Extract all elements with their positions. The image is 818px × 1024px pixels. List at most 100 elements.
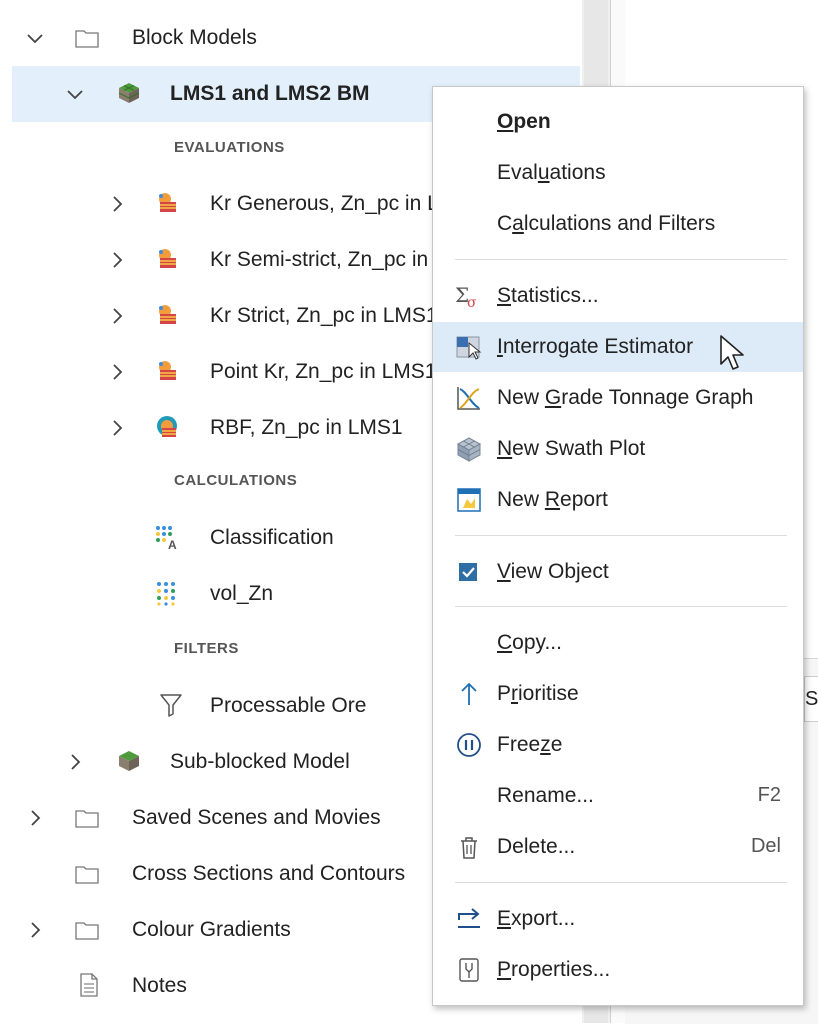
section-header-filters: FILTERS xyxy=(174,640,239,657)
chevron-right-icon[interactable] xyxy=(108,251,126,269)
mnemonic: C xyxy=(497,631,513,654)
menu-item-properties[interactable]: Properties... xyxy=(433,945,803,995)
pause-circle-icon xyxy=(457,733,481,757)
svg-text:A: A xyxy=(168,538,177,550)
label-part: Free xyxy=(497,733,541,756)
menu-label: Statistics... xyxy=(497,284,599,308)
mnemonic: a xyxy=(512,212,524,235)
mnemonic: V xyxy=(497,560,511,583)
label-part: tatistics... xyxy=(511,284,599,307)
shortcut-label: Del xyxy=(750,835,781,857)
tree-label: Sub-blocked Model xyxy=(170,750,350,773)
label-part: ioritise xyxy=(518,682,579,705)
menu-item-export[interactable]: Export... xyxy=(433,894,803,944)
block-model-icon xyxy=(119,751,139,771)
menu-item-view-object[interactable]: View Object xyxy=(433,547,803,597)
mnemonic: E xyxy=(497,907,512,930)
label-part: opy... xyxy=(512,631,562,654)
menu-item-new-report[interactable]: New Report xyxy=(433,475,803,525)
numeric-calculation-icon xyxy=(157,582,175,606)
document-icon xyxy=(80,973,98,997)
mnemonic: z xyxy=(540,733,551,756)
menu-item-delete[interactable]: Delete... Del xyxy=(433,822,803,872)
context-menu: Open Evaluations Calculations and Filter… xyxy=(432,86,804,1006)
label-part: roperties... xyxy=(511,958,611,981)
chevron-right-icon[interactable] xyxy=(108,363,126,381)
chevron-right-icon[interactable] xyxy=(26,809,44,827)
menu-item-rename[interactable]: Rename... F2 xyxy=(433,771,803,821)
menu-item-statistics[interactable]: Σσ Statistics... xyxy=(433,271,803,321)
checkbox-checked-icon[interactable] xyxy=(455,558,483,586)
menu-item-new-swath-plot[interactable]: New Swath Plot xyxy=(433,424,803,474)
arrow-up-icon xyxy=(461,682,477,705)
tree-label: Kr Strict, Zn_pc in LMS1 xyxy=(210,304,438,327)
menu-label: Interrogate Estimator xyxy=(497,335,693,359)
tree-label: RBF, Zn_pc in LMS1 xyxy=(210,416,403,439)
label-part: pen xyxy=(513,110,551,133)
mnemonic: u xyxy=(537,161,550,184)
kriging-icon xyxy=(159,361,176,380)
menu-item-freeze[interactable]: Freeze xyxy=(433,720,803,770)
kriging-icon xyxy=(159,193,176,212)
menu-item-calculations-and-filters[interactable]: Calculations and Filters xyxy=(433,199,803,249)
tree-label: LMS1 and LMS2 BM xyxy=(170,82,370,105)
menu-label: Export... xyxy=(497,907,575,931)
menu-item-evaluations[interactable]: Evaluations xyxy=(433,148,803,198)
section-header-calculations: CALCULATIONS xyxy=(174,472,298,489)
tree-label: Saved Scenes and Movies xyxy=(132,806,381,829)
export-arrow-icon xyxy=(458,908,480,928)
kriging-icon xyxy=(159,305,176,324)
shortcut-label: F2 xyxy=(757,784,781,806)
mnemonic: P xyxy=(497,958,512,981)
chevron-down-icon[interactable] xyxy=(26,29,44,47)
mnemonic: G xyxy=(544,386,562,409)
folder-icon xyxy=(75,30,99,48)
interrogate-estimator-icon xyxy=(456,336,482,360)
menu-label: Evaluations xyxy=(497,161,606,185)
label-part: New xyxy=(497,386,545,409)
menu-item-new-grade-tonnage-graph[interactable]: New Grade Tonnage Graph xyxy=(433,373,803,423)
tree-label: vol_Zn xyxy=(210,582,274,605)
chevron-right-icon[interactable] xyxy=(108,419,126,437)
label-part: ew Swath Plot xyxy=(512,437,646,460)
menu-item-copy[interactable]: Copy... xyxy=(433,618,803,668)
menu-separator xyxy=(455,606,787,607)
tree-label: Notes xyxy=(132,974,187,997)
chevron-down-icon[interactable] xyxy=(66,85,84,103)
tree-item-block-models[interactable]: Block Models xyxy=(12,10,580,66)
menu-label: Freeze xyxy=(497,733,562,757)
menu-item-prioritise[interactable]: Prioritise xyxy=(433,669,803,719)
tree-label: Block Models xyxy=(132,26,257,49)
chevron-right-icon[interactable] xyxy=(108,307,126,325)
mnemonic: R xyxy=(544,488,561,511)
menu-label: Calculations and Filters xyxy=(497,212,715,236)
chevron-right-icon[interactable] xyxy=(108,195,126,213)
label-part: xport... xyxy=(511,907,576,930)
menu-label: Open xyxy=(497,110,551,134)
label-part: nterrogate Estimator xyxy=(502,335,694,358)
chevron-right-icon[interactable] xyxy=(66,753,84,771)
label-part: P xyxy=(497,682,512,705)
block-model-icon xyxy=(118,83,140,103)
menu-label: Copy... xyxy=(497,631,562,655)
menu-separator xyxy=(455,882,787,883)
properties-tab[interactable]: S xyxy=(804,676,818,722)
trash-icon xyxy=(461,837,477,859)
menu-label: New Report xyxy=(497,488,608,512)
section-header-evaluations: EVALUATIONS xyxy=(174,139,285,156)
folder-icon xyxy=(75,866,99,884)
label-part: eport xyxy=(560,488,608,511)
menu-label: Rename... xyxy=(497,784,594,807)
menu-label: New Swath Plot xyxy=(497,437,645,461)
label-part: ations xyxy=(549,161,606,184)
menu-item-open[interactable]: Open xyxy=(433,97,803,147)
label-part: e xyxy=(550,733,563,756)
report-icon xyxy=(457,488,481,512)
tree-label: Classification xyxy=(210,526,334,549)
mnemonic: S xyxy=(497,284,512,307)
mnemonic: r xyxy=(511,682,519,705)
folder-icon xyxy=(75,810,99,828)
swath-plot-icon xyxy=(456,437,482,462)
chevron-right-icon[interactable] xyxy=(26,921,44,939)
tree-label: Processable Ore xyxy=(210,694,367,717)
